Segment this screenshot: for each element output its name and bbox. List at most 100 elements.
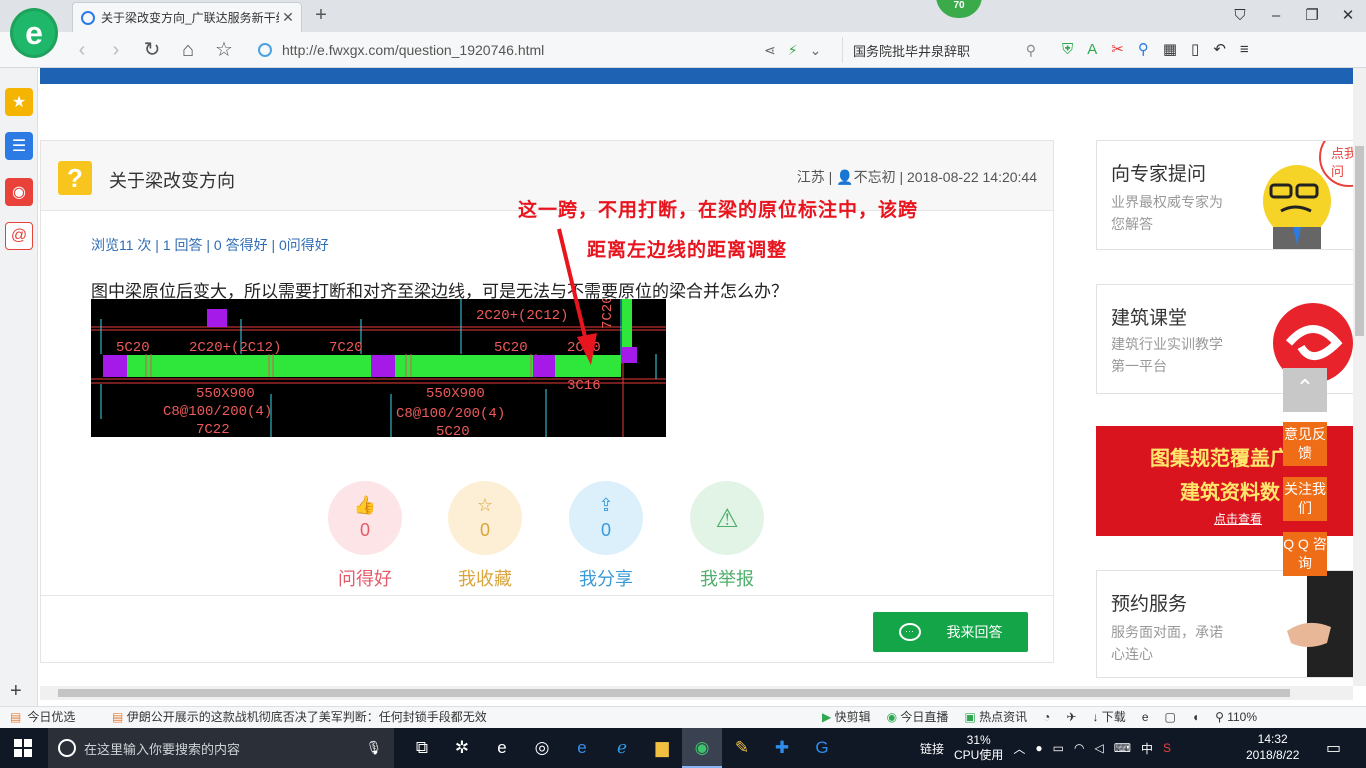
translate-icon[interactable]: A: [1087, 38, 1097, 62]
back-icon[interactable]: ‹: [70, 38, 94, 62]
star-icon: ☆: [476, 495, 494, 515]
search-icon[interactable]: ⚲: [1026, 42, 1036, 59]
sogou-ime-icon[interactable]: S: [1163, 741, 1171, 755]
search-input[interactable]: 国务院批毕井泉辞职 ⚲: [842, 37, 1042, 63]
cad-label: 5C20: [494, 340, 528, 356]
favorite-star-icon[interactable]: ☆: [212, 38, 236, 62]
scroll-thumb[interactable]: [1355, 146, 1364, 336]
skin-icon[interactable]: ⛉: [1222, 0, 1258, 32]
action-like[interactable]: 👍 0 问得好: [327, 481, 403, 591]
sound-icon[interactable]: ◖: [1192, 707, 1199, 727]
vertical-scrollbar[interactable]: [1353, 68, 1366, 686]
network-app-icon[interactable]: ◎: [522, 728, 562, 768]
live-button[interactable]: ◉ 今日直播: [887, 707, 949, 727]
share-page-icon[interactable]: ⋖: [764, 38, 776, 62]
link-label[interactable]: 链接: [920, 740, 944, 757]
booking-card[interactable]: 预约服务 服务面对面，承诺心连心: [1096, 570, 1354, 678]
shield-icon[interactable]: ⛨: [1062, 38, 1073, 62]
speed-mode-icon[interactable]: ⚡: [788, 38, 798, 62]
reading-mode-icon[interactable]: ▯: [1191, 38, 1199, 62]
magnifier-icon[interactable]: ⚲: [1138, 38, 1149, 62]
browser-tab[interactable]: 关于梁改变方向_广联达服务新干线 ✕: [72, 2, 302, 32]
undo-icon[interactable]: ↶: [1213, 38, 1226, 62]
notes-app-icon[interactable]: ✎: [722, 728, 762, 768]
home-icon[interactable]: ⌂: [176, 38, 200, 62]
keyboard-icon[interactable]: ⌨: [1114, 741, 1131, 755]
thumbs-up-icon: 👍: [353, 495, 377, 515]
banner-line-1: 图集规范覆盖广: [1150, 448, 1290, 470]
notification-icon[interactable]: ▭: [1326, 738, 1341, 758]
counter-badge[interactable]: 70: [936, 0, 982, 18]
close-window-icon[interactable]: ✕: [1330, 0, 1366, 32]
quick-cut-button[interactable]: ▶ 快剪辑: [822, 707, 871, 727]
minimize-icon[interactable]: –: [1258, 0, 1294, 32]
edge-icon[interactable]: e: [482, 728, 522, 768]
zoom-control[interactable]: ⚲ 110%: [1215, 707, 1257, 727]
weibo-icon[interactable]: ◉: [5, 178, 33, 206]
ie-mode-icon[interactable]: e: [1142, 707, 1149, 727]
fan-app-icon[interactable]: ✲: [442, 728, 482, 768]
qq-consult-button[interactable]: Q Q 咨询: [1283, 532, 1327, 576]
ie-alt-icon[interactable]: ℯ: [602, 728, 642, 768]
browser-logo-icon[interactable]: e: [10, 8, 58, 58]
dropdown-chevron-icon[interactable]: ⌄: [810, 38, 822, 62]
email-icon[interactable]: @: [5, 222, 33, 250]
menu-icon[interactable]: ≡: [1240, 38, 1249, 62]
new-tab-button[interactable]: +: [310, 4, 332, 26]
hot-news-button[interactable]: ▣ 热点资讯: [964, 707, 1027, 727]
wifi-icon[interactable]: ◠: [1074, 741, 1084, 755]
horizontal-scrollbar[interactable]: [40, 686, 1353, 700]
today-picks[interactable]: 今日优选: [27, 707, 75, 727]
speed-icon[interactable]: ◔: [1043, 707, 1050, 727]
cad-label: C8@100/200(4): [396, 406, 505, 422]
action-favorite[interactable]: ☆ 0 我收藏: [447, 481, 523, 591]
scissors-icon[interactable]: ✂: [1111, 38, 1124, 62]
feedback-button[interactable]: 意见反馈: [1283, 422, 1327, 466]
answer-button[interactable]: ··· 我来回答: [873, 612, 1028, 652]
author-link[interactable]: 不忘初: [854, 169, 896, 185]
news-icon: ▤: [112, 710, 124, 724]
hscroll-thumb[interactable]: [58, 689, 1290, 697]
news-list-icon[interactable]: ☰: [5, 132, 33, 160]
screen: 关于梁改变方向_广联达服务新干线 ✕ + 70 ⛉ – ❐ ✕ e ‹ › ↻ …: [0, 0, 1366, 768]
url-field[interactable]: http://e.fwxgx.com/question_1920746.html: [258, 37, 838, 63]
glodon-app-icon[interactable]: G: [802, 728, 842, 768]
windows-start-icon[interactable]: [14, 739, 32, 757]
360-browser-icon[interactable]: ◉: [682, 728, 722, 768]
ime-indicator[interactable]: 中: [1141, 740, 1153, 757]
scroll-top-icon[interactable]: ⌃: [1283, 368, 1327, 412]
banner-link[interactable]: 点击查看: [1214, 510, 1262, 527]
forward-icon[interactable]: ›: [104, 38, 128, 62]
task-view-icon[interactable]: ⧉: [402, 728, 442, 768]
ask-expert-card[interactable]: 向专家提问 业界最权威专家为您解答 点我提问: [1096, 140, 1354, 250]
follow-us-button[interactable]: 关注我们: [1283, 477, 1327, 521]
refresh-icon[interactable]: ↻: [140, 38, 164, 62]
ie-icon[interactable]: e: [562, 728, 602, 768]
pin-icon[interactable]: ✈: [1066, 707, 1076, 727]
action-share[interactable]: ⇪ 0 我分享: [568, 481, 644, 591]
cpu-meter[interactable]: 31% CPU使用: [954, 733, 1003, 763]
restore-icon[interactable]: ❐: [1294, 0, 1330, 32]
microphone-icon[interactable]: 🎙: [365, 740, 382, 756]
question-mark-icon: ?: [58, 161, 92, 195]
download-button[interactable]: ↓ 下载: [1092, 707, 1125, 727]
tray-expand-icon[interactable]: ︿: [1013, 740, 1025, 757]
tray-app-icon[interactable]: ●: [1035, 741, 1042, 755]
news-ticker[interactable]: 伊朗公开展示的这款战机彻底否决了美军判断：任何封锁手段都无效: [127, 710, 487, 724]
battery-icon[interactable]: ▭: [1053, 741, 1064, 755]
file-explorer-icon[interactable]: ▆: [642, 728, 682, 768]
tab-bar: 关于梁改变方向_广联达服务新干线 ✕ + 70 ⛉ – ❐ ✕: [0, 0, 1366, 32]
close-tab-icon[interactable]: ✕: [279, 9, 297, 26]
volume-icon[interactable]: ◁: [1094, 741, 1103, 755]
plus-app-icon[interactable]: ✚: [762, 728, 802, 768]
apps-icon[interactable]: ▦: [1163, 38, 1177, 62]
add-sidebar-icon[interactable]: +: [10, 680, 22, 703]
share-count: 0: [600, 520, 611, 540]
cad-label: 2C20+(2C12): [189, 340, 281, 356]
taskbar-apps: ⧉ ✲ e ◎ e ℯ ▆ ◉ ✎ ✚ G: [402, 728, 842, 768]
favorites-icon[interactable]: ★: [5, 88, 33, 116]
taskbar-clock[interactable]: 14:32 2018/8/22: [1246, 731, 1299, 763]
action-report[interactable]: ⚠ 我举报: [689, 481, 765, 591]
taskbar-search[interactable]: 在这里输入你要搜索的内容 🎙: [48, 728, 394, 768]
window-icon[interactable]: ▢: [1165, 707, 1176, 727]
